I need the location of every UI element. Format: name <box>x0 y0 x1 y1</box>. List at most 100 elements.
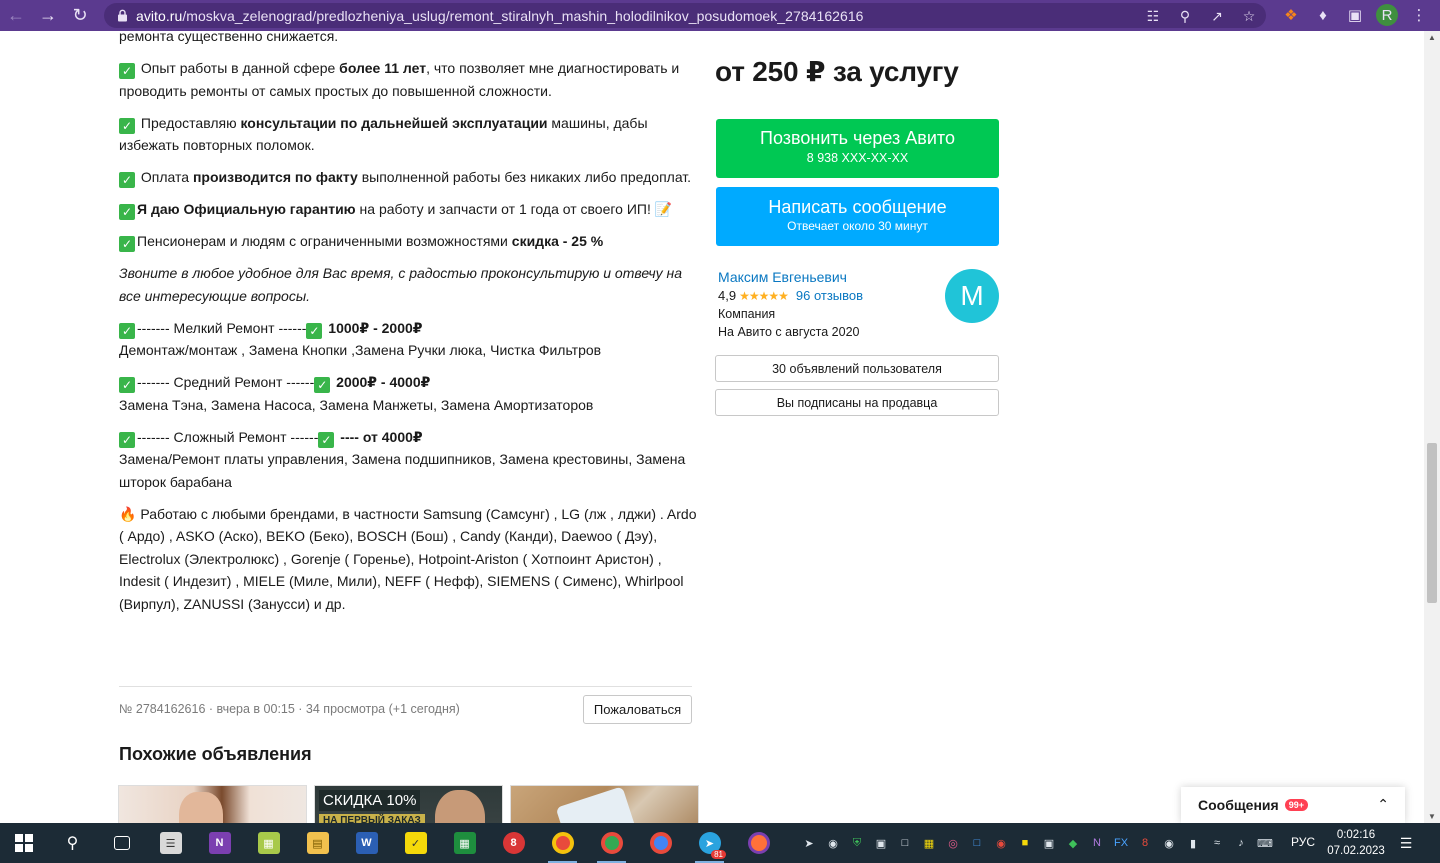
chrome-icon[interactable] <box>538 823 587 863</box>
telegram-icon[interactable]: ➤ 81 <box>685 823 734 863</box>
browser-menu-icon[interactable]: ⋮ <box>1408 4 1430 26</box>
notes-app-icon[interactable]: ☰ <box>146 823 195 863</box>
similar-ad-thumbnail[interactable] <box>510 785 699 823</box>
power-icon[interactable]: ▮ <box>1184 834 1202 852</box>
seller-name-link[interactable]: Максим Евгеньевич <box>718 269 847 285</box>
window-icon[interactable]: ▣ <box>1040 834 1058 852</box>
excel-icon[interactable]: ▦ <box>440 823 489 863</box>
seller-type: Компания <box>718 307 776 321</box>
wifi-icon[interactable]: ≈ <box>1208 834 1226 852</box>
word-icon[interactable]: W <box>342 823 391 863</box>
chrome-tray-icon[interactable]: ◉ <box>824 834 842 852</box>
volume-icon[interactable]: ♪ <box>1232 834 1250 852</box>
chrome-user-icon[interactable] <box>636 823 685 863</box>
description-paragraph: 🔥 Работаю с любыми брендами, в частности… <box>119 505 697 612</box>
similar-ad-thumbnail[interactable]: СКИДКА 10% НА ПЕРВЫЙ ЗАКАЗ <box>314 785 503 823</box>
app-8-icon[interactable]: 8 <box>489 823 538 863</box>
chrome-profile-icon[interactable] <box>587 823 636 863</box>
message-button-label: Написать сообщение <box>768 197 947 217</box>
check-mark-icon: ✓ <box>318 431 335 448</box>
profile-avatar[interactable]: R <box>1376 4 1398 26</box>
description-paragraph: ✓ ------- Сложный Ремонт ------ ✓ ---- от … <box>119 428 686 490</box>
document-icon[interactable]: □ <box>896 834 914 852</box>
seller-since: На Авито с августа 2020 <box>718 325 860 339</box>
browser-toolbar: ← → ↻ avito.ru/moskva_zelenograd/predloz… <box>0 0 1440 31</box>
service-price: от 250 ₽ за услугу <box>715 56 959 87</box>
call-button-label: Позвонить через Авито <box>760 128 955 148</box>
write-message-button[interactable]: Написать сообщение Отвечает около 30 мин… <box>716 187 999 246</box>
check-mark-icon: ✓ <box>306 322 323 339</box>
onenote-icon[interactable]: N <box>195 823 244 863</box>
person-photo <box>435 790 485 823</box>
clock-time: 0:02:16 <box>1336 829 1376 841</box>
spreadsheet-app-icon[interactable]: ▦ <box>244 823 293 863</box>
back-arrow-icon[interactable]: ← <box>0 0 32 31</box>
lock-icon[interactable] <box>116 9 128 23</box>
similar-ad-thumbnail[interactable] <box>118 785 307 823</box>
tray-app-icon[interactable]: ◆ <box>1064 834 1082 852</box>
check-mark-icon: ✓ <box>119 204 135 220</box>
file-explorer-icon[interactable]: ▤ <box>293 823 342 863</box>
scrollbar-thumb[interactable] <box>1427 443 1437 603</box>
reviews-link[interactable]: 96 отзывов <box>796 288 863 303</box>
windows-start-icon[interactable] <box>0 823 48 863</box>
subscribed-button[interactable]: Вы подписаны на продавца <box>715 389 999 416</box>
discount-subtitle: НА ПЕРВЫЙ ЗАКАЗ <box>319 814 425 823</box>
address-bar[interactable]: avito.ru/moskva_zelenograd/predlozheniya… <box>104 3 1266 28</box>
scroll-up-arrow-icon[interactable]: ▲ <box>1428 33 1436 42</box>
complain-button[interactable]: Пожаловаться <box>583 695 692 724</box>
shield-icon[interactable]: ⛨ <box>848 834 866 852</box>
zoom-icon[interactable]: ⚲ <box>1176 7 1194 25</box>
chevron-up-icon[interactable]: ⌃ <box>1377 796 1389 813</box>
memo-icon: 📝 <box>654 201 673 217</box>
extensions-puzzle-icon[interactable]: ♦ <box>1312 4 1334 26</box>
scroll-down-arrow-icon[interactable]: ▼ <box>1428 812 1436 821</box>
sticky-notes-icon[interactable]: ✓ <box>391 823 440 863</box>
url-text: avito.ru/moskva_zelenograd/predlozheniya… <box>136 7 864 24</box>
side-panel-icon[interactable]: ▣ <box>1344 4 1366 26</box>
metamask-extension-icon[interactable]: ❖ <box>1280 4 1302 26</box>
onenote-tray-icon[interactable]: N <box>1088 834 1106 852</box>
person-photo <box>179 792 223 823</box>
system-clock[interactable]: 0:02:16 07.02.2023 <box>1326 827 1386 859</box>
fx-icon[interactable]: FX <box>1112 834 1130 852</box>
discount-badge: СКИДКА 10% <box>319 790 421 811</box>
notes-tray-icon[interactable]: ▦ <box>920 834 938 852</box>
language-indicator[interactable]: РУС <box>1291 835 1315 849</box>
description-paragraph: ✓ Предоставляю консультации по дальнейше… <box>119 114 648 153</box>
message-button-subtitle: Отвечает около 30 минут <box>787 219 928 233</box>
clock-date: 07.02.2023 <box>1327 845 1385 857</box>
task-view-icon[interactable] <box>97 823 146 863</box>
sticky-tray-icon[interactable]: ■ <box>1016 834 1034 852</box>
monitor-icon[interactable]: ▣ <box>872 834 890 852</box>
reload-icon[interactable]: ↻ <box>64 0 96 31</box>
page-content: ремонта существенно снижается. ✓ Опыт ра… <box>0 31 1424 823</box>
red-8-tray-icon[interactable]: 8 <box>1136 834 1154 852</box>
messages-title: Сообщения <box>1198 797 1279 813</box>
bookmark-star-icon[interactable]: ☆ <box>1240 7 1258 25</box>
forward-arrow-icon[interactable]: → <box>32 0 64 31</box>
share-icon[interactable]: ↗ <box>1208 7 1226 25</box>
description-paragraph: Звоните в любое удобное для Вас время, с… <box>119 265 683 304</box>
network-tray-icon[interactable]: ◉ <box>1160 834 1178 852</box>
description-paragraph: ремонта существенно снижается. <box>119 31 339 44</box>
firefox-icon[interactable] <box>734 823 783 863</box>
screenshot-icon[interactable]: □ <box>968 834 986 852</box>
pink-app-icon[interactable]: ◎ <box>944 834 962 852</box>
user-ads-button[interactable]: 30 объявлений пользователя <box>715 355 999 382</box>
check-mark-icon: ✓ <box>314 377 331 393</box>
red-app-icon[interactable]: ◉ <box>992 834 1010 852</box>
call-button[interactable]: Позвонить через Авито 8 938 XXX-XX-XX <box>716 119 999 178</box>
notifications-icon[interactable]: ☰ <box>1396 833 1416 853</box>
page-scrollbar[interactable]: ▲ ▼ <box>1424 31 1440 823</box>
search-icon[interactable]: ⚲ <box>48 823 97 863</box>
seller-avatar[interactable]: М <box>945 269 999 323</box>
telegram-tray-icon[interactable]: ➤ <box>800 834 818 852</box>
messages-widget[interactable]: Сообщения 99+ ⌃ <box>1181 787 1405 823</box>
ad-meta-info: № 2784162616 · вчера в 00:15 · 34 просмо… <box>119 702 460 716</box>
keyboard-icon[interactable]: ⌨ <box>1256 834 1274 852</box>
telegram-badge: 81 <box>711 850 726 859</box>
similar-ads-title: Похожие объявления <box>119 744 312 764</box>
description-paragraph: ✓ Пенсионерам и людям с ограниченными воз… <box>119 230 699 253</box>
translate-icon[interactable]: ☷ <box>1144 7 1162 25</box>
